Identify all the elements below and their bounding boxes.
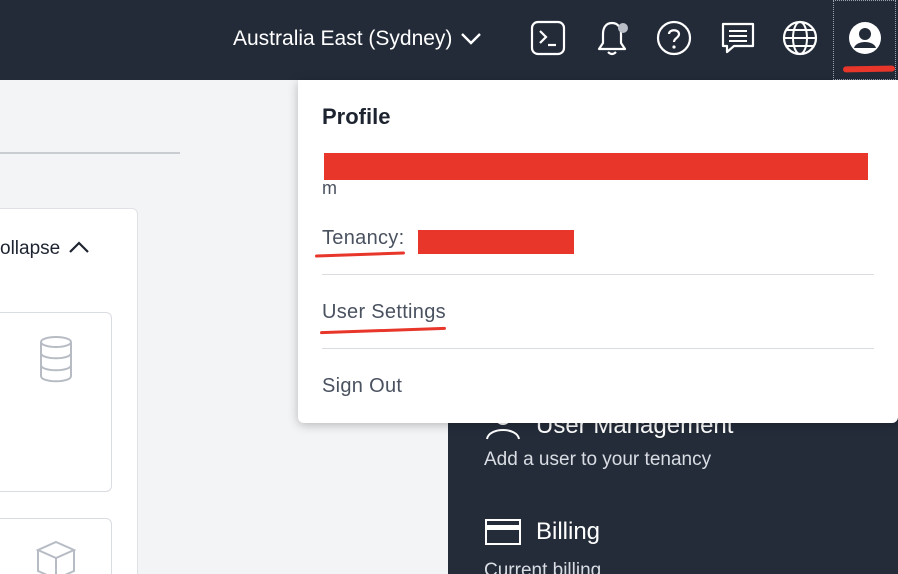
redacted-email — [324, 153, 868, 180]
service-tile[interactable] — [0, 312, 112, 492]
menu-divider — [322, 348, 874, 349]
user-icon — [847, 20, 883, 61]
billing-description: Current billing — [484, 560, 602, 574]
region-selector[interactable]: Australia East (Sydney) — [233, 24, 482, 54]
service-tile[interactable] — [0, 518, 112, 574]
redacted-tenancy — [418, 230, 574, 254]
help-icon[interactable] — [654, 18, 694, 58]
region-label: Australia East (Sydney) — [233, 27, 453, 50]
divider — [0, 152, 180, 154]
box-icon — [34, 539, 78, 574]
database-icon — [38, 335, 74, 388]
credit-card-icon — [484, 518, 522, 551]
annotation-underline — [319, 326, 447, 335]
annotation-mark — [842, 65, 896, 73]
chevron-down-icon — [460, 28, 482, 52]
billing-link[interactable]: Billing — [536, 518, 600, 546]
top-navigation-bar: Australia East (Sydney) — [0, 0, 898, 80]
bell-icon[interactable] — [592, 18, 632, 58]
profile-title: Profile — [322, 104, 391, 129]
profile-dropdown: Profile m Tenancy: User Settings Sign Ou… — [298, 80, 898, 423]
collapse-label: ollapse — [0, 238, 61, 259]
globe-icon[interactable] — [780, 18, 820, 58]
menu-divider — [322, 274, 874, 275]
chevron-up-icon — [68, 238, 90, 260]
tenancy-label: Tenancy: — [322, 227, 405, 249]
user-management-description: Add a user to your tenancy — [484, 449, 712, 470]
cloud-shell-icon[interactable] — [528, 18, 568, 58]
user-settings-link[interactable]: User Settings — [322, 301, 446, 324]
sign-out-link[interactable]: Sign Out — [322, 375, 402, 398]
collapse-button[interactable]: ollapse — [0, 238, 90, 260]
annotation-underline — [314, 251, 406, 258]
email-tail: m — [322, 178, 337, 198]
chat-icon[interactable] — [718, 18, 758, 58]
